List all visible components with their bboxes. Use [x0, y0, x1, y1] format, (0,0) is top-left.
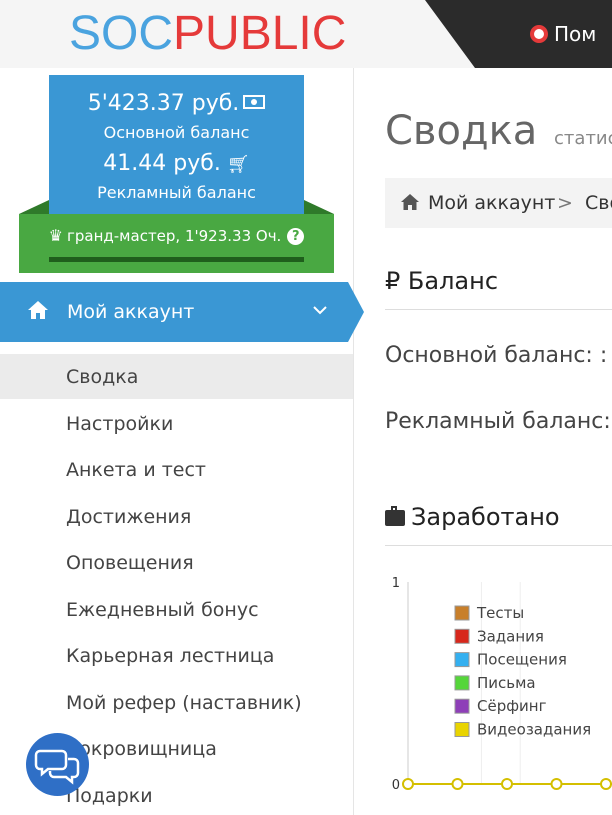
sidebar-item-my-referrer[interactable]: Мой рефер (наставник): [66, 689, 302, 717]
sidebar-item-settings[interactable]: Настройки: [66, 410, 173, 438]
chart-series: [402, 778, 612, 790]
briefcase-icon: [385, 506, 405, 526]
chart-point: [550, 778, 563, 790]
ribbon-fold-left: [19, 200, 49, 214]
sidebar-item-daily-bonus[interactable]: Ежедневный бонус: [66, 596, 259, 624]
earned-section-title: Заработано: [411, 503, 560, 531]
chart-legend-label: Сёрфинг: [477, 697, 547, 715]
help-label: Пом: [554, 22, 597, 46]
chart-legend: Тесты Задания Посещения Письма Сёрфинг Видеоз…: [454, 604, 591, 739]
lifebuoy-icon: [530, 25, 548, 43]
ad-balance-line: Рекламный баланс:: [385, 409, 611, 434]
balance-section-title: Баланс: [407, 267, 499, 295]
logo-soc: SOC: [69, 7, 174, 60]
divider: [385, 545, 612, 546]
crown-icon: ♛: [48, 226, 63, 245]
sidebar-item-career-ladder[interactable]: Карьерная лестница: [66, 642, 274, 670]
balance-section-heading: ₽ Баланс: [385, 264, 498, 298]
chart-y-ticks: 10: [392, 576, 400, 793]
logo-public: PUBLIC: [173, 7, 347, 60]
cart-icon: 🛒︎: [226, 154, 250, 175]
ad-balance-value: 41.44 руб.: [103, 151, 221, 176]
chart-legend-swatch: [454, 652, 470, 668]
breadcrumb-separator: >: [557, 192, 573, 214]
ad-balance-value-row[interactable]: 41.44 руб. 🛒︎: [49, 149, 304, 180]
page-title-text: Сводка: [385, 108, 538, 154]
sidebar-item-profile-test[interactable]: Анкета и тест: [66, 456, 206, 484]
chart-point: [451, 778, 464, 790]
chart-legend-swatch: [454, 628, 470, 644]
chart-legend-swatch: [454, 675, 470, 691]
rank-text: гранд-мастер, 1'923.33 Оч.: [67, 227, 282, 245]
sidebar-border: [353, 68, 354, 815]
rank-status[interactable]: ♛ гранд-мастер, 1'923.33 Оч.?: [19, 223, 334, 249]
breadcrumb-current: Сво: [585, 192, 612, 214]
main-balance-line: Основной баланс: :: [385, 343, 608, 368]
chart-legend-label: Письма: [477, 674, 536, 692]
chart-legend-swatch: [454, 698, 470, 714]
sidebar-item-summary[interactable]: Сводка: [66, 363, 138, 391]
chat-icon: [34, 749, 80, 785]
help-link[interactable]: Пом: [530, 20, 596, 48]
sidebar-item-notifications[interactable]: Оповещения: [66, 549, 194, 577]
main-balance-value: 5'423.37 руб.: [87, 91, 240, 116]
nav-my-account-label: Мой аккаунт: [67, 301, 195, 323]
main-balance-value-row[interactable]: 5'423.37 руб.: [49, 89, 304, 119]
balance-box: 5'423.37 руб. Основной баланс 41.44 руб.…: [49, 75, 304, 214]
chart-legend-label: Задания: [477, 627, 544, 645]
chart-point: [501, 778, 513, 790]
chart-legend-label: Тесты: [476, 604, 524, 622]
chart-y-tick-label: 1: [392, 576, 400, 591]
nav-active-pointer: [348, 282, 364, 342]
help-icon[interactable]: ?: [287, 228, 305, 245]
chart-legend-label: Видеозадания: [477, 721, 591, 739]
breadcrumb-my-account[interactable]: Мой аккаунт: [428, 188, 555, 218]
logo[interactable]: SOCPUBLIC: [69, 6, 346, 62]
home-icon[interactable]: [400, 193, 420, 211]
chat-button[interactable]: [26, 733, 89, 796]
chevron-down-icon[interactable]: [312, 302, 328, 318]
divider: [385, 309, 612, 310]
chart-y-tick-label: 0: [392, 778, 400, 793]
home-icon: [28, 301, 48, 319]
chart-legend-label: Посещения: [477, 651, 567, 669]
sidebar-selected-highlight: [0, 354, 353, 399]
ribbon-fold-right: [304, 200, 334, 214]
earned-chart: 10 ТестыЗаданияПосещенияПисьмаСёрфингВид…: [392, 576, 612, 793]
ad-balance-label: Рекламный баланс: [97, 183, 256, 202]
main-balance-label: Основной баланс: [103, 123, 250, 142]
chart-point: [402, 778, 414, 790]
earned-section-heading: Заработано: [385, 500, 560, 534]
page-title: Сводка статисти: [385, 106, 612, 164]
chart-point: [600, 778, 612, 790]
page-subtitle: статисти: [554, 128, 612, 149]
sidebar-item-achievements[interactable]: Достижения: [66, 503, 191, 531]
topbar-dark-corner: [425, 0, 475, 68]
chart-legend-swatch: [454, 605, 470, 621]
chart-legend-swatch: [454, 722, 470, 737]
rank-progress-bar: [49, 257, 304, 262]
ruble-icon: ₽: [385, 267, 401, 295]
money-icon: [243, 95, 266, 109]
